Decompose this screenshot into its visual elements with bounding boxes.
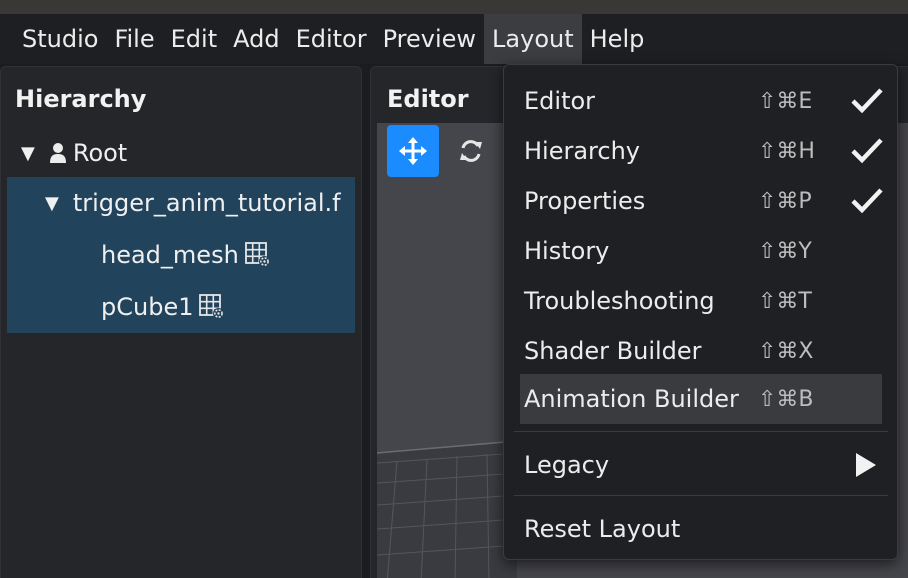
- menu-edit[interactable]: Edit: [163, 14, 225, 64]
- tree-row-file[interactable]: ▼ trigger_anim_tutorial.f: [7, 177, 355, 229]
- menu-item-label: Troubleshooting: [524, 287, 715, 315]
- editor-title: Editor: [387, 85, 469, 113]
- shortcut-label: ⇧⌘B: [758, 386, 814, 412]
- tree-label-root: Root: [72, 139, 128, 167]
- refresh-icon: [460, 140, 482, 162]
- tree-row-root[interactable]: ▼ Root: [21, 127, 351, 179]
- expand-triangle-icon[interactable]: ▼: [45, 193, 59, 214]
- menu-item-label: Hierarchy: [524, 137, 641, 165]
- menu-separator: [514, 431, 888, 432]
- menu-add[interactable]: Add: [225, 14, 287, 64]
- menu-layout[interactable]: Layout: [484, 14, 582, 64]
- menu-item-shader-builder[interactable]: Shader Builder ⇧⌘X: [520, 326, 882, 376]
- tree-label-file: trigger_anim_tutorial.f: [72, 189, 341, 217]
- menu-item-troubleshooting[interactable]: Troubleshooting ⇧⌘T: [520, 276, 882, 326]
- menu-item-editor[interactable]: Editor ⇧⌘E: [520, 76, 883, 126]
- hierarchy-title: Hierarchy: [15, 85, 147, 113]
- tree-label-pcube1: pCube1: [101, 293, 194, 321]
- menu-item-label: History: [524, 237, 610, 265]
- menu-item-legacy[interactable]: Legacy: [520, 440, 882, 490]
- tree-row-pcube1[interactable]: pCube1: [7, 281, 355, 333]
- checkmark-icon: [851, 188, 883, 214]
- shortcut-label: ⇧⌘E: [758, 88, 813, 114]
- menu-help[interactable]: Help: [582, 14, 653, 64]
- menu-item-label: Legacy: [524, 451, 610, 479]
- menu-item-label: Properties: [524, 187, 646, 215]
- menu-item-label: Animation Builder: [524, 385, 739, 413]
- menu-studio[interactable]: Studio: [14, 14, 106, 64]
- shortcut-label: ⇧⌘Y: [758, 238, 812, 264]
- menu-item-history[interactable]: History ⇧⌘Y: [520, 226, 882, 276]
- menu-item-animation-builder[interactable]: Animation Builder ⇧⌘B: [520, 374, 882, 424]
- menu-editor[interactable]: Editor: [288, 14, 375, 64]
- menu-file[interactable]: File: [106, 14, 162, 64]
- checkmark-icon: [851, 138, 883, 164]
- move-tool-button[interactable]: [387, 125, 439, 177]
- layout-dropdown-menu: Editor ⇧⌘E Hierarchy ⇧⌘H Properties ⇧⌘P …: [503, 64, 898, 560]
- menu-item-hierarchy[interactable]: Hierarchy ⇧⌘H: [520, 126, 883, 176]
- menu-item-label: Reset Layout: [524, 515, 681, 543]
- expand-triangle-icon[interactable]: ▼: [21, 143, 35, 164]
- menu-item-label: Shader Builder: [524, 337, 702, 365]
- submenu-arrow-icon: [856, 453, 876, 477]
- menu-bar: Studio File Edit Add Editor Preview Layo…: [0, 14, 908, 64]
- user-icon: [49, 143, 66, 163]
- menu-item-label: Editor: [524, 87, 596, 115]
- tree-row-head-mesh[interactable]: head_mesh: [7, 229, 355, 281]
- shortcut-label: ⇧⌘P: [758, 188, 812, 214]
- hierarchy-panel: Hierarchy ▼ Root ▼ trigger_anim_tutorial…: [0, 66, 362, 578]
- tree-label-head-mesh: head_mesh: [101, 241, 239, 269]
- window-top-strip: [0, 0, 908, 14]
- mesh-grid-gear-icon: [199, 294, 225, 319]
- shortcut-label: ⇧⌘H: [758, 138, 815, 164]
- editor-toolbar: [387, 125, 503, 177]
- mesh-grid-gear-icon: [244, 242, 270, 267]
- shortcut-label: ⇧⌘X: [758, 338, 814, 364]
- menu-item-reset-layout[interactable]: Reset Layout: [520, 504, 882, 554]
- move-icon: [399, 137, 427, 165]
- refresh-tool-button[interactable]: [445, 125, 497, 177]
- menu-preview[interactable]: Preview: [375, 14, 484, 64]
- menu-separator: [514, 495, 888, 496]
- menu-item-properties[interactable]: Properties ⇧⌘P: [520, 176, 883, 226]
- shortcut-label: ⇧⌘T: [758, 288, 812, 314]
- checkmark-icon: [851, 88, 883, 114]
